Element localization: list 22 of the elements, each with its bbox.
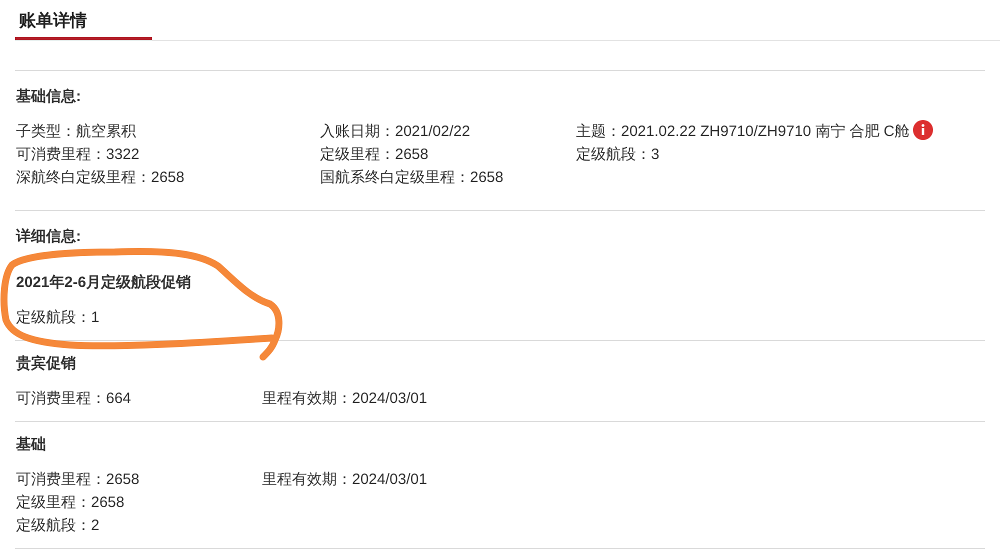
info-text: 可消费里程：664 [16, 388, 132, 408]
promo-title: 贵宾促销 [16, 354, 77, 374]
promo-title: 基础 [16, 434, 47, 454]
info-text: 子类型：航空累积 [16, 123, 136, 140]
info-text: 国航系终白定级里程：2658 [320, 169, 504, 186]
info-text: 可消费里程：2658 [16, 470, 140, 490]
info-text: 定级航段：3 [576, 146, 660, 163]
section-heading: 详细信息: [15, 227, 82, 247]
info-text: 定级航段：2 [16, 516, 100, 536]
info-text: 定级里程：2658 [320, 146, 428, 163]
info-text: 定级里程：2658 [16, 492, 124, 512]
info-text: 深航终白定级里程：2658 [16, 169, 184, 186]
info-text: 里程有效期：2024/03/01 [262, 470, 428, 490]
tab[interactable]: 账单详情 [15, 4, 152, 40]
info-text: 主题：2021.02.22 ZH9710/ZH9710 南宁 合肥 C舱 [576, 123, 910, 140]
info-text: 入账日期：2021/02/22 [320, 123, 470, 140]
info-icon[interactable] [913, 120, 934, 140]
info-text: 定级航段：1 [16, 308, 100, 328]
info-text: 可消费里程：3322 [16, 146, 140, 163]
promo-title: 2021年2-6月定级航段促销 [16, 272, 192, 292]
info-text: 里程有效期：2024/03/01 [262, 388, 428, 408]
section-heading: 基础信息: [15, 87, 82, 107]
